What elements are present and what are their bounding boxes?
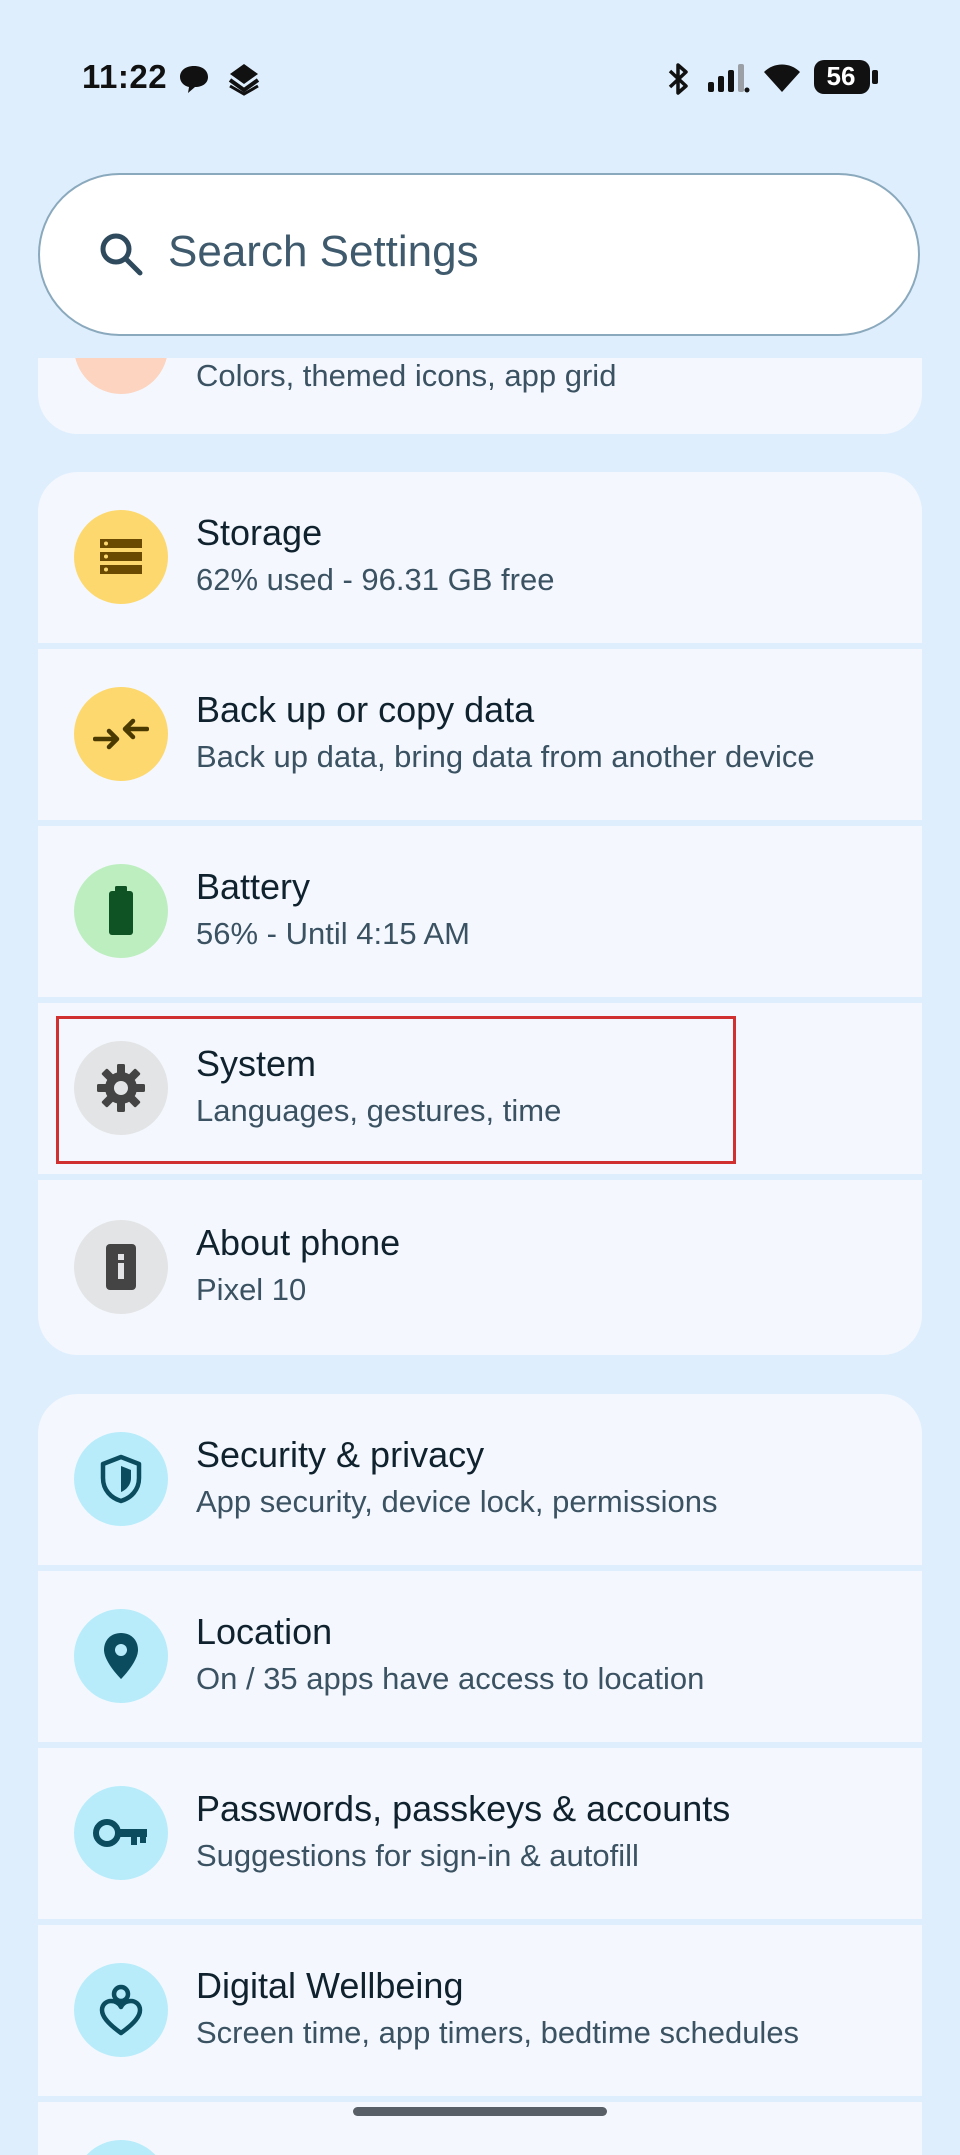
home-indicator[interactable]: [353, 2107, 607, 2116]
settings-item-storage[interactable]: Storage 62% used - 96.31 GB free: [38, 472, 922, 643]
settings-item-subtitle: Colors, themed icons, app grid: [196, 358, 617, 393]
status-bar: 11:22 56: [0, 0, 960, 150]
settings-item-passwords-accounts[interactable]: Passwords, passkeys & accounts Suggestio…: [38, 1748, 922, 1919]
settings-item-about-phone[interactable]: About phone Pixel 10: [38, 1180, 922, 1355]
settings-item-subtitle: On / 35 apps have access to location: [196, 1661, 705, 1696]
settings-item-subtitle: Pixel 10: [196, 1272, 307, 1307]
next-item-icon: [74, 2140, 168, 2155]
settings-item-system[interactable]: System Languages, gestures, time: [38, 1003, 922, 1174]
phone-info-icon: [74, 1220, 168, 1314]
settings-item-location[interactable]: Location On / 35 apps have access to loc…: [38, 1571, 922, 1742]
settings-item-title: Storage: [196, 512, 323, 553]
settings-item-title: Security & privacy: [196, 1434, 485, 1475]
settings-item-title: About phone: [196, 1222, 401, 1263]
settings-item-subtitle: 62% used - 96.31 GB free: [196, 562, 555, 597]
settings-item-security-privacy[interactable]: Security & privacy App security, device …: [38, 1394, 922, 1565]
search-bar[interactable]: Search Settings: [38, 173, 920, 336]
shield-icon: [74, 1432, 168, 1526]
settings-item-title: Back up or copy data: [196, 689, 535, 730]
settings-item-display-style[interactable]: Colors, themed icons, app grid: [38, 358, 922, 434]
status-time: 11:22: [82, 58, 168, 95]
location-pin-icon: [74, 1609, 168, 1703]
search-icon: [100, 233, 143, 276]
battery-level-text: 56: [826, 61, 856, 91]
settings-item-title: Location: [196, 1611, 333, 1652]
settings-item-title: Digital Wellbeing: [196, 1965, 464, 2006]
stacked-app-icon: [228, 64, 260, 96]
bluetooth-icon: [668, 63, 688, 95]
search-placeholder: Search Settings: [168, 227, 479, 276]
settings-item-backup[interactable]: Back up or copy data Back up data, bring…: [38, 649, 922, 820]
settings-item-subtitle: 56% - Until 4:15 AM: [196, 916, 470, 951]
settings-item-subtitle: Languages, gestures, time: [196, 1093, 562, 1128]
backup-icon: [74, 687, 168, 781]
settings-item-title: System: [196, 1043, 317, 1084]
settings-item-title: Passwords, passkeys & accounts: [196, 1788, 731, 1829]
settings-item-subtitle: App security, device lock, permissions: [196, 1484, 718, 1519]
settings-item-digital-wellbeing[interactable]: Digital Wellbeing Screen time, app timer…: [38, 1925, 922, 2096]
key-icon: [74, 1786, 168, 1880]
settings-item-title: Battery: [196, 866, 311, 907]
wellbeing-icon: [74, 1963, 168, 2057]
battery-icon: [74, 864, 168, 958]
settings-item-battery[interactable]: Battery 56% - Until 4:15 AM: [38, 826, 922, 997]
settings-item-subtitle: Back up data, bring data from another de…: [196, 739, 815, 774]
gear-icon: [74, 1041, 168, 1135]
palette-icon: [74, 358, 168, 394]
wifi-icon: [764, 64, 800, 92]
storage-icon: [74, 510, 168, 604]
chat-bubble-icon: [180, 66, 208, 93]
settings-item-subtitle: Suggestions for sign-in & autofill: [196, 1838, 639, 1873]
settings-item-subtitle: Screen time, app timers, bedtime schedul…: [196, 2015, 800, 2050]
signal-icon: [708, 64, 750, 93]
